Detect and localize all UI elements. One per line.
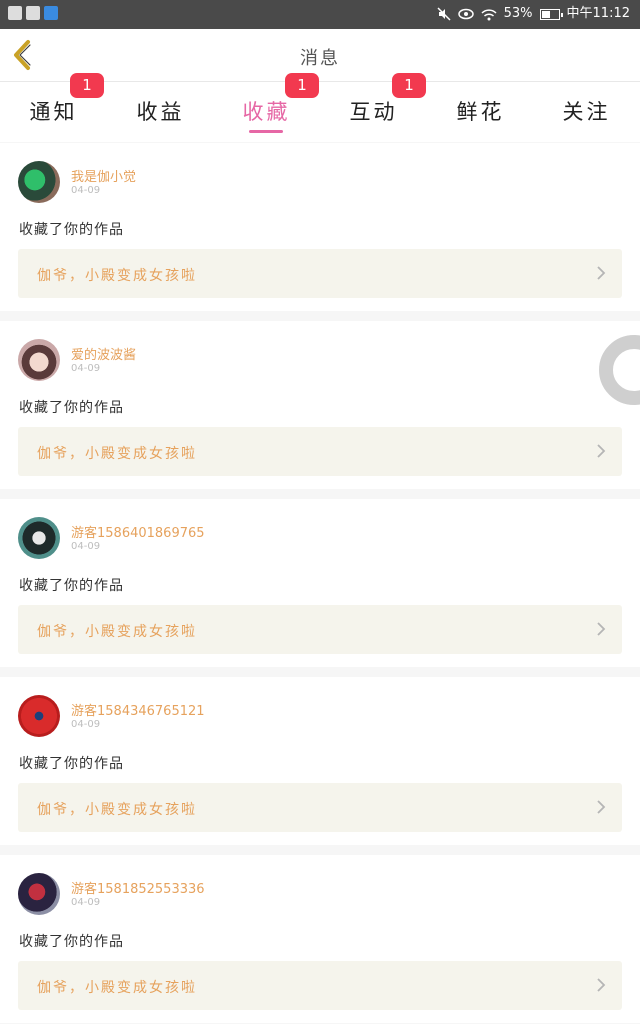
action-text: 收藏了你的作品 <box>19 756 124 772</box>
wifi-icon <box>481 8 497 20</box>
timestamp: 04-09 <box>71 541 101 552</box>
notification-icons <box>8 6 58 20</box>
action-text: 收藏了你的作品 <box>19 578 124 594</box>
unread-badge: 1 <box>70 73 104 98</box>
battery-icon <box>539 8 563 20</box>
avatar[interactable] <box>18 517 60 559</box>
tab-label: 收益 <box>136 100 185 124</box>
chevron-right-icon <box>597 800 606 814</box>
avatar[interactable] <box>18 695 60 737</box>
tab-label: 关注 <box>562 100 611 124</box>
action-text: 收藏了你的作品 <box>19 400 124 416</box>
work-title: 伽爷，小殿变成女孩啦 <box>37 802 197 818</box>
notification-card: 游客1586401869765 04-09 收藏了你的作品 伽爷，小殿变成女孩啦 <box>0 499 640 667</box>
mute-icon <box>437 7 451 21</box>
avatar[interactable] <box>18 161 60 203</box>
username[interactable]: 游客1586401869765 <box>71 522 205 541</box>
chevron-right-icon <box>597 978 606 992</box>
tab-label: 互动 <box>349 100 398 124</box>
work-title: 伽爷，小殿变成女孩啦 <box>37 980 197 996</box>
timestamp: 04-09 <box>71 185 101 196</box>
notification-card: 游客1581852553336 04-09 收藏了你的作品 伽爷，小殿变成女孩啦 <box>0 855 640 1023</box>
timestamp: 04-09 <box>71 897 101 908</box>
username[interactable]: 游客1581852553336 <box>71 878 205 897</box>
tab-interactions[interactable]: 互动 1 <box>320 73 427 142</box>
work-title: 伽爷，小殿变成女孩啦 <box>37 624 197 640</box>
tab-favorites[interactable]: 收藏 1 <box>213 73 320 142</box>
work-link[interactable]: 伽爷，小殿变成女孩啦 <box>18 961 622 1010</box>
message-tabs: 通知 1 收益 收藏 1 互动 1 鲜花 关注 <box>0 73 640 142</box>
battery-percent: 53% <box>503 6 533 21</box>
work-link[interactable]: 伽爷，小殿变成女孩啦 <box>18 427 622 476</box>
chevron-right-icon <box>597 444 606 458</box>
eye-icon <box>457 8 474 20</box>
username[interactable]: 爱的波波酱 <box>71 344 136 363</box>
avatar[interactable] <box>18 873 60 915</box>
tab-notice[interactable]: 通知 1 <box>0 73 107 142</box>
tab-flowers[interactable]: 鲜花 <box>427 82 534 142</box>
active-tab-indicator <box>249 130 283 133</box>
notification-card: 爱的波波酱 04-09 收藏了你的作品 伽爷，小殿变成女孩啦 <box>0 321 640 489</box>
status-bar: 53% 中午11:12 <box>0 0 640 29</box>
action-text: 收藏了你的作品 <box>19 222 124 238</box>
clock: 中午11:12 <box>566 6 630 21</box>
avatar[interactable] <box>18 339 60 381</box>
work-link[interactable]: 伽爷，小殿变成女孩啦 <box>18 249 622 298</box>
chevron-right-icon <box>597 622 606 636</box>
app-notification-icon <box>44 6 58 20</box>
username[interactable]: 我是伽小觉 <box>71 166 136 185</box>
timestamp: 04-09 <box>71 363 101 374</box>
tab-label: 收藏 <box>242 100 291 124</box>
tab-earnings[interactable]: 收益 <box>107 82 214 142</box>
action-text: 收藏了你的作品 <box>19 934 124 950</box>
work-link[interactable]: 伽爷，小殿变成女孩啦 <box>18 605 622 654</box>
unread-badge: 1 <box>392 73 426 98</box>
chevron-right-icon <box>597 266 606 280</box>
tab-label: 鲜花 <box>456 100 505 124</box>
page-title: 消息 <box>300 48 340 69</box>
work-title: 伽爷，小殿变成女孩啦 <box>37 446 197 462</box>
work-link[interactable]: 伽爷，小殿变成女孩啦 <box>18 783 622 832</box>
app-notification-icon <box>26 6 40 20</box>
tab-label: 通知 <box>29 100 78 124</box>
timestamp: 04-09 <box>71 719 101 730</box>
notification-card: 我是伽小觉 04-09 收藏了你的作品 伽爷，小殿变成女孩啦 <box>0 143 640 311</box>
tab-following[interactable]: 关注 <box>533 82 640 142</box>
unread-badge: 1 <box>285 73 319 98</box>
app-notification-icon <box>8 6 22 20</box>
notification-card: 游客1584346765121 04-09 收藏了你的作品 伽爷，小殿变成女孩啦 <box>0 677 640 845</box>
work-title: 伽爷，小殿变成女孩啦 <box>37 268 197 284</box>
username[interactable]: 游客1584346765121 <box>71 700 205 719</box>
